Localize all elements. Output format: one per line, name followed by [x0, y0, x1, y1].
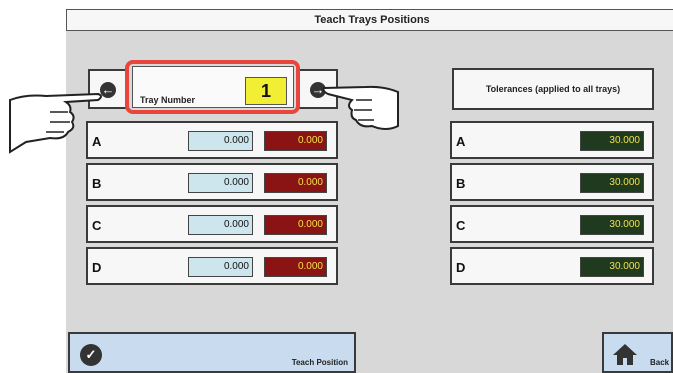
error-value: 0.000 [264, 173, 327, 193]
tolerance-row-a: A 30.000 [450, 121, 654, 159]
row-label: A [456, 134, 466, 149]
home-icon [613, 344, 637, 365]
tolerance-value[interactable]: 30.000 [580, 131, 644, 151]
tolerance-row-b: B 30.000 [450, 163, 654, 201]
error-value: 0.000 [264, 131, 327, 151]
tolerances-header: Tolerances (applied to all trays) [452, 68, 654, 110]
row-label: C [92, 218, 102, 233]
row-label: D [92, 260, 102, 275]
window-title: Teach Trays Positions [66, 9, 673, 31]
tray-number-label: Tray Number [140, 95, 196, 105]
position-row-c: C 0.000 0.000 [86, 205, 338, 243]
tolerance-value[interactable]: 30.000 [580, 173, 644, 193]
row-label: B [92, 176, 102, 191]
teach-position-label: Teach Position [291, 358, 348, 367]
position-row-b: B 0.000 0.000 [86, 163, 338, 201]
teach-position-button[interactable]: ✓ Teach Position [68, 332, 356, 373]
row-label: B [456, 176, 466, 191]
tolerance-value[interactable]: 30.000 [580, 215, 644, 235]
tolerance-row-c: C 30.000 [450, 205, 654, 243]
position-row-d: D 0.000 0.000 [86, 247, 338, 285]
position-row-a: A 0.000 0.000 [86, 121, 338, 159]
position-value[interactable]: 0.000 [188, 215, 253, 235]
position-value[interactable]: 0.000 [188, 173, 253, 193]
tolerance-value[interactable]: 30.000 [580, 257, 644, 277]
position-value[interactable]: 0.000 [188, 131, 253, 151]
tray-number-field[interactable]: 1 [245, 77, 287, 105]
row-label: A [92, 134, 102, 149]
position-value[interactable]: 0.000 [188, 257, 253, 277]
back-label: Back [650, 358, 670, 367]
check-icon: ✓ [80, 344, 102, 366]
error-value: 0.000 [264, 257, 327, 277]
row-label: D [456, 260, 466, 275]
back-button[interactable]: Back [602, 332, 673, 373]
error-value: 0.000 [264, 215, 327, 235]
row-label: C [456, 218, 466, 233]
tolerance-row-d: D 30.000 [450, 247, 654, 285]
